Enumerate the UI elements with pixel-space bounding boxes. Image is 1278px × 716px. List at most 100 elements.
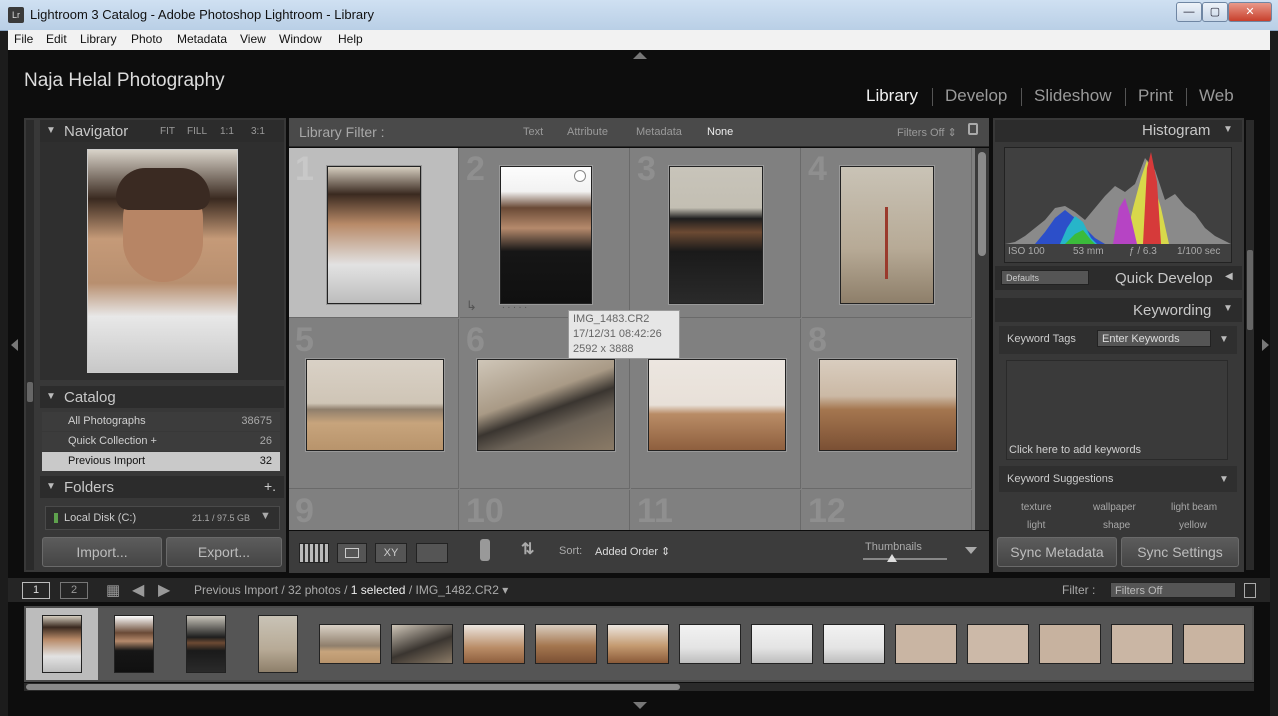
menu-photo[interactable]: Photo	[131, 32, 162, 46]
grid-cell[interactable]: 8	[802, 319, 972, 489]
menu-file[interactable]: File	[14, 32, 33, 46]
filmstrip-scroll-thumb[interactable]	[26, 684, 680, 690]
filmstrip-cell[interactable]	[890, 608, 962, 680]
forward-arrow-icon[interactable]: ▶	[158, 580, 170, 600]
filmstrip-cell[interactable]	[1178, 608, 1252, 680]
keyword-entry-mode-select[interactable]: Enter Keywords	[1097, 330, 1211, 347]
grid-view-icon[interactable]	[299, 543, 329, 563]
export-button[interactable]: Export...	[166, 537, 282, 567]
add-folder-icon[interactable]: +.	[264, 478, 276, 494]
grid-cell[interactable]: 9	[289, 490, 459, 530]
keyword-suggestion[interactable]: wallpaper	[1093, 502, 1136, 513]
toolbar-menu-icon[interactable]	[965, 547, 977, 554]
zoom-fit[interactable]: FIT	[160, 126, 175, 137]
filmstrip-scrollbar[interactable]	[24, 683, 1254, 691]
zoom-3-1[interactable]: 3:1	[251, 126, 265, 137]
grid-scroll-thumb[interactable]	[978, 152, 986, 256]
left-scroll-thumb[interactable]	[27, 382, 33, 402]
keyword-suggestions-row[interactable]: Keyword Suggestions ▼	[999, 466, 1237, 492]
grid-scrollbar[interactable]	[975, 148, 989, 530]
grid-cell[interactable]: 5	[289, 319, 459, 489]
filmstrip-cell[interactable]	[314, 608, 386, 680]
catalog-header[interactable]: ▼ Catalog	[40, 386, 284, 408]
minimize-button[interactable]: —	[1176, 2, 1202, 22]
grid-cell[interactable]: 2 ↳ . . . . .	[460, 148, 630, 318]
keyword-tags-textarea[interactable]: Click here to add keywords	[1006, 360, 1228, 460]
module-develop[interactable]: Develop	[945, 86, 1007, 106]
filter-lock-icon[interactable]	[968, 123, 978, 135]
import-button[interactable]: Import...	[42, 537, 162, 567]
right-scroll-thumb[interactable]	[1247, 250, 1253, 330]
right-panel-scrollbar[interactable]	[1246, 120, 1254, 570]
sync-metadata-button[interactable]: Sync Metadata	[997, 537, 1117, 567]
zoom-1-1[interactable]: 1:1	[220, 126, 234, 137]
catalog-item-quick-collection[interactable]: Quick Collection + 26	[42, 432, 280, 451]
filmstrip-filter-select[interactable]: Filters Off	[1110, 582, 1236, 598]
filmstrip-breadcrumb[interactable]: Previous Import / 32 photos / 1 selected…	[194, 583, 508, 597]
filmstrip-cell[interactable]	[242, 608, 314, 680]
histogram-header[interactable]: Histogram ▼	[995, 120, 1242, 142]
filmstrip-cell[interactable]	[1034, 608, 1106, 680]
navigator-header[interactable]: ▼ Navigator FIT FILL 1:1 3:1	[40, 120, 284, 142]
keyword-suggestion[interactable]: light beam	[1171, 502, 1217, 513]
saved-preset-select[interactable]: Defaults	[1001, 270, 1089, 285]
thumbnail-size-slider[interactable]	[863, 558, 947, 560]
secondary-window-button[interactable]: 2	[60, 582, 88, 599]
filmstrip-cell[interactable]	[602, 608, 674, 680]
filmstrip-cell[interactable]	[530, 608, 602, 680]
disk-expand-icon[interactable]: ▼	[260, 510, 271, 522]
right-panel-toggle-icon[interactable]	[1262, 339, 1269, 351]
keywording-header[interactable]: Keywording ▼	[995, 298, 1242, 322]
grid-cell[interactable]: 12	[802, 490, 972, 530]
filter-preset-select[interactable]: Filters Off ⇕	[897, 126, 957, 139]
module-slideshow[interactable]: Slideshow	[1034, 86, 1112, 106]
sort-direction-icon[interactable]: ⇅	[521, 539, 534, 559]
module-print[interactable]: Print	[1138, 86, 1173, 106]
menu-edit[interactable]: Edit	[46, 32, 67, 46]
loupe-view-icon[interactable]	[337, 543, 367, 563]
maximize-button[interactable]: ▢	[1202, 2, 1228, 22]
grid-cell[interactable]: 1	[289, 148, 459, 318]
add-keywords-hint[interactable]: Click here to add keywords	[1009, 444, 1141, 456]
grid-view-small-icon[interactable]: ▦	[106, 581, 120, 599]
top-panel-toggle-icon[interactable]	[633, 52, 647, 59]
keyword-suggestion[interactable]: light	[1027, 520, 1045, 530]
filter-tab-text[interactable]: Text	[523, 126, 543, 138]
filmstrip-cell[interactable]	[674, 608, 746, 680]
left-panel-toggle-icon[interactable]	[11, 339, 18, 351]
filmstrip-cell[interactable]	[170, 608, 242, 680]
module-web[interactable]: Web	[1199, 86, 1234, 106]
menu-view[interactable]: View	[240, 32, 266, 46]
rating-dots[interactable]: . . . . .	[502, 300, 527, 311]
menu-library[interactable]: Library	[80, 32, 117, 46]
grid-cell[interactable]: 4	[802, 148, 972, 318]
keyword-suggestion[interactable]: texture	[1021, 502, 1052, 513]
histogram-graph[interactable]: ISO 100 53 mm ƒ / 6.3 1/100 sec	[1004, 147, 1232, 263]
keyword-suggestion[interactable]: shape	[1103, 520, 1130, 530]
filmstrip-cell[interactable]	[458, 608, 530, 680]
bottom-panel-toggle-icon[interactable]	[633, 702, 647, 709]
filter-tab-metadata[interactable]: Metadata	[636, 126, 682, 138]
module-library[interactable]: Library	[866, 86, 918, 106]
filmstrip-cell[interactable]	[98, 608, 170, 680]
menu-help[interactable]: Help	[338, 32, 363, 46]
catalog-item-previous-import[interactable]: Previous Import 32	[42, 452, 280, 471]
zoom-fill[interactable]: FILL	[187, 126, 207, 137]
menu-window[interactable]: Window	[279, 32, 322, 46]
filmstrip-cell[interactable]	[962, 608, 1034, 680]
grid-cell[interactable]: 3	[631, 148, 801, 318]
filmstrip-lock-icon[interactable]	[1244, 583, 1256, 598]
quick-collection-circle-icon[interactable]	[574, 170, 586, 182]
menu-metadata[interactable]: Metadata	[177, 32, 227, 46]
close-button[interactable]: ✕	[1228, 2, 1272, 22]
left-panel-scrollbar[interactable]	[26, 120, 34, 570]
grid-cell[interactable]: 10	[460, 490, 630, 530]
primary-window-button[interactable]: 1	[22, 582, 50, 599]
filmstrip-cell[interactable]	[386, 608, 458, 680]
folders-header[interactable]: ▼ Folders +.	[40, 476, 284, 498]
filmstrip-cell[interactable]	[746, 608, 818, 680]
back-arrow-icon[interactable]: ◀	[132, 580, 144, 600]
rotate-left-icon[interactable]: ↳	[466, 298, 477, 314]
filmstrip-cell[interactable]	[1106, 608, 1178, 680]
painter-spray-icon[interactable]	[480, 539, 490, 561]
